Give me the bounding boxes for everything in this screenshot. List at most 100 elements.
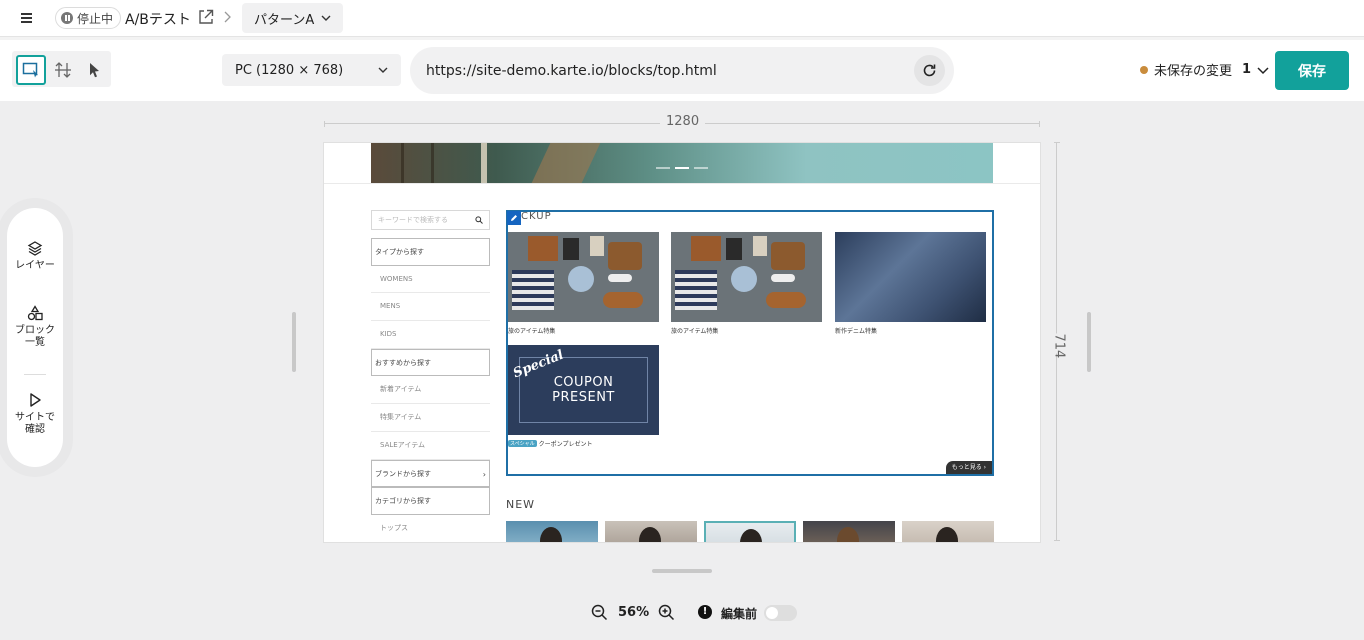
- travel-items-image: [508, 232, 659, 322]
- pickup-card[interactable]: 新作デニム特集: [835, 232, 986, 335]
- cursor-arrow-icon: [90, 63, 99, 78]
- coupon-text: COUPON PRESENT: [508, 375, 659, 405]
- zoom-level: 56%: [618, 605, 650, 620]
- unsaved-count: 1: [1242, 62, 1252, 77]
- device-select[interactable]: PC (1280 × 768): [222, 54, 401, 86]
- travel-items-image: [671, 232, 822, 322]
- see-more-button[interactable]: もっと見る ›: [945, 461, 992, 474]
- search-icon[interactable]: [475, 216, 483, 224]
- width-ruler-label: 1280: [660, 114, 706, 129]
- category-label: タイプから探す: [375, 248, 424, 256]
- new-item-thumb[interactable]: [803, 521, 895, 542]
- carousel-dots[interactable]: [656, 167, 708, 169]
- category-label: トップス: [380, 523, 408, 532]
- pickup-card[interactable]: 旅のアイテム特集: [508, 232, 659, 335]
- category-item[interactable]: MENS: [371, 293, 490, 322]
- edit-block-button[interactable]: [507, 211, 521, 225]
- pickup-block-selected[interactable]: CKUP 旅のアイテム特集 旅のアイテム特集 新作デニム特集 Special C…: [506, 210, 994, 476]
- zoom-out-icon[interactable]: [591, 604, 608, 621]
- variant-select[interactable]: パターンA: [242, 3, 343, 33]
- shapes-icon: [27, 305, 43, 321]
- block-list-button[interactable]: ブロック 一覧: [7, 305, 63, 349]
- reload-button[interactable]: [914, 55, 945, 86]
- category-label: SALEアイテム: [380, 440, 425, 449]
- site-search-input[interactable]: キーワードで検索する: [371, 210, 490, 230]
- category-item[interactable]: KIDS: [371, 321, 490, 349]
- edit-mode-group: [12, 51, 111, 87]
- menu-icon[interactable]: [18, 9, 36, 27]
- external-link-icon[interactable]: [198, 9, 214, 25]
- category-item[interactable]: 特集アイテム: [371, 404, 490, 432]
- unsaved-changes-dropdown[interactable]: 未保存の変更 1: [1140, 60, 1269, 79]
- alert-icon: !: [698, 605, 712, 619]
- pickup-card[interactable]: 旅のアイテム特集: [671, 232, 822, 335]
- card-caption: 新作デニム特集: [835, 328, 878, 335]
- test-name[interactable]: A/Bテスト: [125, 9, 191, 29]
- resize-handle-bottom[interactable]: [652, 569, 712, 573]
- carousel-dot[interactable]: [694, 167, 708, 169]
- coupon-card[interactable]: Special COUPON PRESENT スペシャル クーポンプレゼント: [508, 345, 659, 448]
- layers-button[interactable]: レイヤー: [7, 240, 63, 272]
- status-label: 停止中: [77, 11, 114, 26]
- hero-detail: [531, 143, 601, 183]
- coupon-line-1: COUPON: [553, 375, 614, 390]
- block-select-icon: [22, 62, 38, 78]
- carousel-dot[interactable]: [656, 167, 670, 169]
- select-block-tool[interactable]: [16, 55, 46, 85]
- hero-detail: [431, 143, 434, 183]
- resize-handle-left[interactable]: [292, 312, 296, 372]
- preview-label-1: サイトで: [15, 412, 55, 423]
- hero-banner[interactable]: [371, 143, 993, 183]
- category-item[interactable]: トップス: [371, 515, 490, 542]
- new-item-thumb[interactable]: [704, 521, 796, 542]
- category-label: MENS: [380, 302, 401, 311]
- person-image: [837, 527, 859, 542]
- play-icon: [30, 393, 41, 407]
- new-items-row: [506, 521, 994, 542]
- person-image: [639, 527, 661, 542]
- category-item[interactable]: ブランドから探す ›: [371, 459, 490, 488]
- zoom-in-icon[interactable]: [658, 604, 675, 621]
- variant-label: パターンA: [254, 12, 315, 28]
- url-input[interactable]: https://site-demo.karte.io/blocks/top.ht…: [410, 47, 954, 94]
- save-button[interactable]: 保存: [1275, 51, 1349, 90]
- category-item[interactable]: おすすめから探す: [371, 348, 490, 377]
- pointer-tool[interactable]: [79, 55, 109, 85]
- denim-image: [835, 232, 986, 322]
- layers-icon: [27, 241, 43, 256]
- category-item[interactable]: SALEアイテム: [371, 432, 490, 460]
- hero-detail: [481, 143, 487, 183]
- card-caption: スペシャル クーポンプレゼント: [508, 439, 659, 448]
- preview-on-site-button[interactable]: サイトで 確認: [7, 392, 63, 436]
- category-item[interactable]: WOMENS: [371, 266, 490, 294]
- chevron-down-icon: [1257, 66, 1269, 74]
- device-label: PC (1280 × 768): [235, 62, 344, 78]
- chevron-down-icon: [378, 67, 388, 73]
- reorder-tool[interactable]: [48, 55, 78, 85]
- breadcrumb-chevron-icon: [224, 11, 231, 23]
- status-badge: 停止中: [55, 7, 122, 29]
- top-bar: 停止中 A/Bテスト パターンA: [0, 0, 1364, 37]
- block-list-label-2: 一覧: [25, 337, 45, 348]
- carousel-dot-active[interactable]: [675, 167, 689, 169]
- new-item-thumb[interactable]: [902, 521, 994, 542]
- category-item[interactable]: 新着アイテム: [371, 376, 490, 405]
- coupon-image: Special COUPON PRESENT: [508, 345, 659, 435]
- card-caption: 旅のアイテム特集: [508, 328, 556, 335]
- resize-handle-right[interactable]: [1087, 312, 1091, 372]
- new-item-thumb[interactable]: [605, 521, 697, 542]
- category-item[interactable]: タイプから探す: [371, 238, 490, 266]
- url-text: https://site-demo.karte.io/blocks/top.ht…: [426, 62, 717, 79]
- chevron-right-icon: ›: [482, 469, 486, 479]
- category-item[interactable]: カテゴリから探す: [371, 487, 490, 515]
- site-preview-canvas[interactable]: キーワードで検索する タイプから探す WOMENS MENS KIDS おすすめから探す…: [323, 142, 1041, 543]
- person-image: [936, 527, 958, 542]
- unsaved-dot-icon: [1140, 65, 1148, 74]
- category-label: おすすめから探す: [375, 358, 431, 367]
- height-ruler-label: 714: [1047, 333, 1071, 358]
- new-item-thumb[interactable]: [506, 521, 598, 542]
- category-label: カテゴリから探す: [375, 497, 431, 506]
- before-edit-toggle[interactable]: [764, 605, 797, 621]
- unsaved-label: 未保存の変更: [1154, 64, 1233, 79]
- reload-icon: [923, 64, 936, 77]
